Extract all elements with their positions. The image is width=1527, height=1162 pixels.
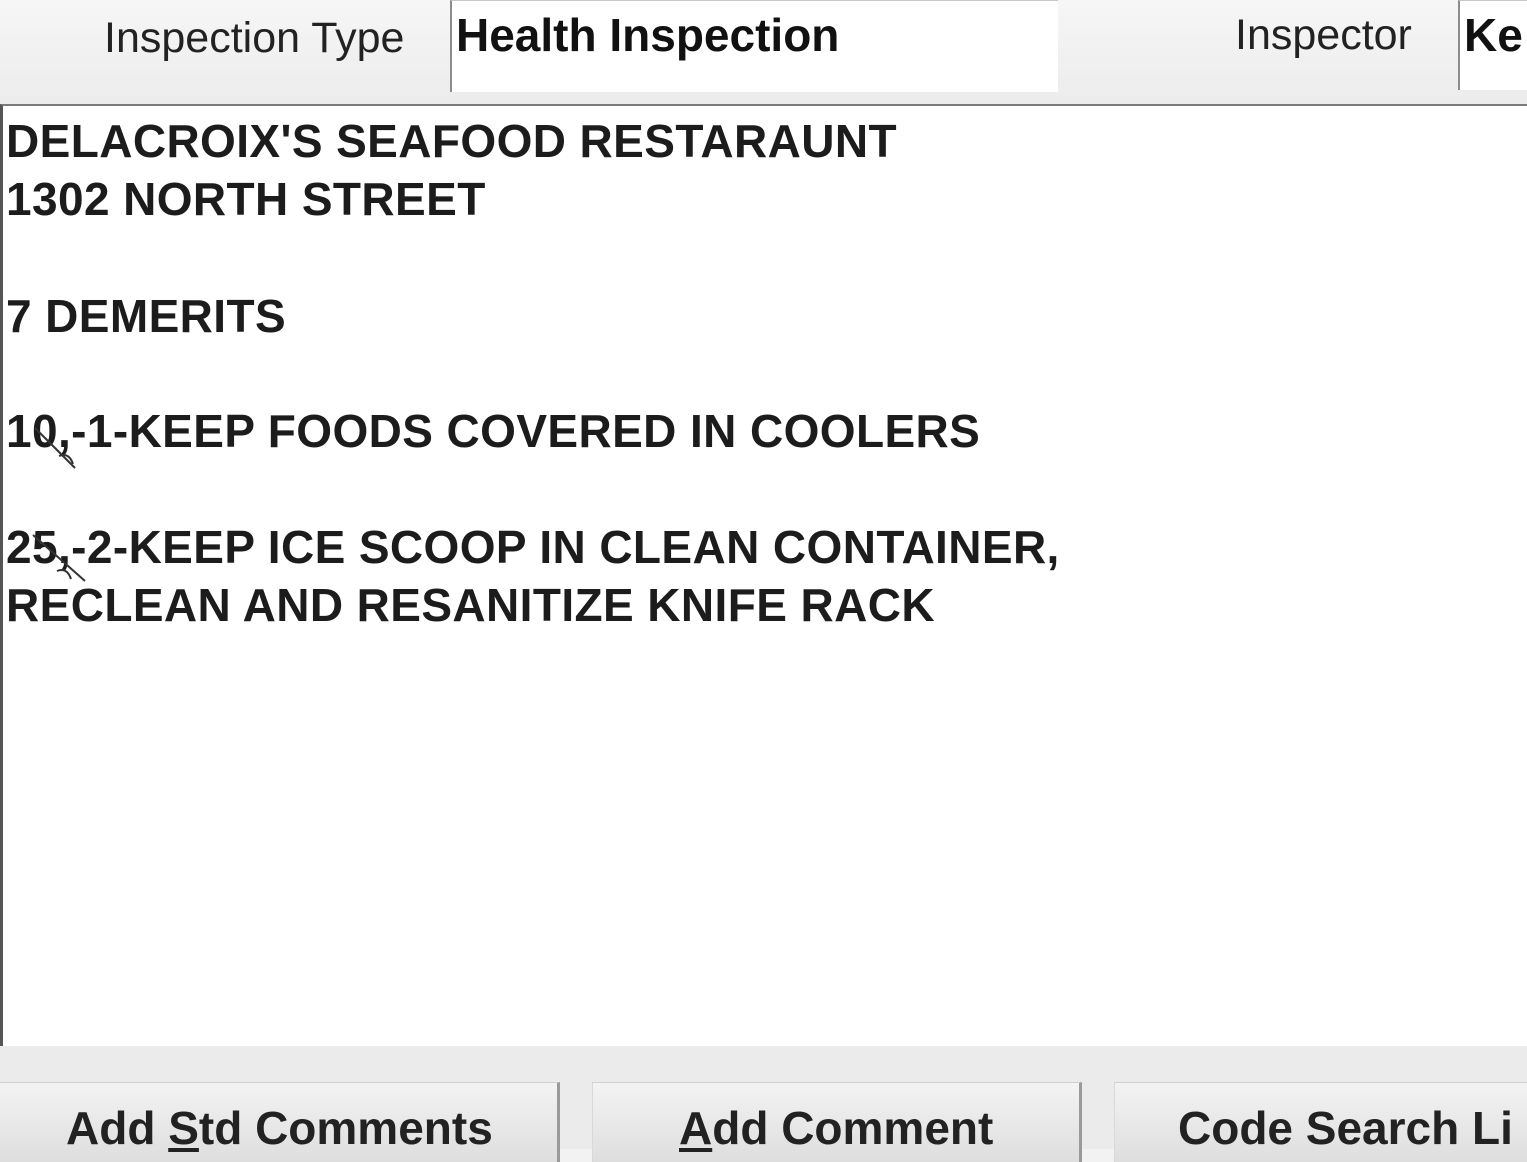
comment-line: RECLEAN AND RESANITIZE KNIFE RACK: [6, 579, 935, 631]
inspector-label: Inspector: [1235, 11, 1412, 59]
inspection-header: Inspection Type Health Inspection Inspec…: [0, 0, 1527, 104]
comment-line: 10,-1-KEEP FOODS COVERED IN COOLERS: [6, 405, 981, 457]
comment-line: 7 DEMERITS: [6, 290, 287, 342]
button-bar: Add Std Comments Add Comment Code Search…: [0, 1046, 1527, 1162]
comment-line: 25,-2-KEEP ICE SCOOP IN CLEAN CONTAINER,: [6, 521, 1060, 573]
add-comment-label: Add Comment: [679, 1102, 994, 1154]
add-comment-button[interactable]: Add Comment: [592, 1082, 1082, 1162]
add-std-comments-button[interactable]: Add Std Comments: [0, 1082, 560, 1162]
comment-line: DELACROIX'S SEAFOOD RESTARAUNT: [6, 115, 898, 167]
inspection-type-label: Inspection Type: [104, 14, 405, 62]
inspector-field[interactable]: Ke: [1458, 0, 1527, 90]
code-search-label: Code Search Li: [1178, 1102, 1513, 1154]
comment-line: 1302 NORTH STREET: [6, 173, 486, 225]
code-search-button[interactable]: Code Search Li: [1114, 1082, 1527, 1162]
comments-textarea[interactable]: DELACROIX'S SEAFOOD RESTARAUNT 1302 NORT…: [0, 104, 1527, 1046]
add-std-comments-label: Add Std Comments: [66, 1102, 493, 1154]
inspection-type-field[interactable]: Health Inspection: [450, 0, 1058, 92]
